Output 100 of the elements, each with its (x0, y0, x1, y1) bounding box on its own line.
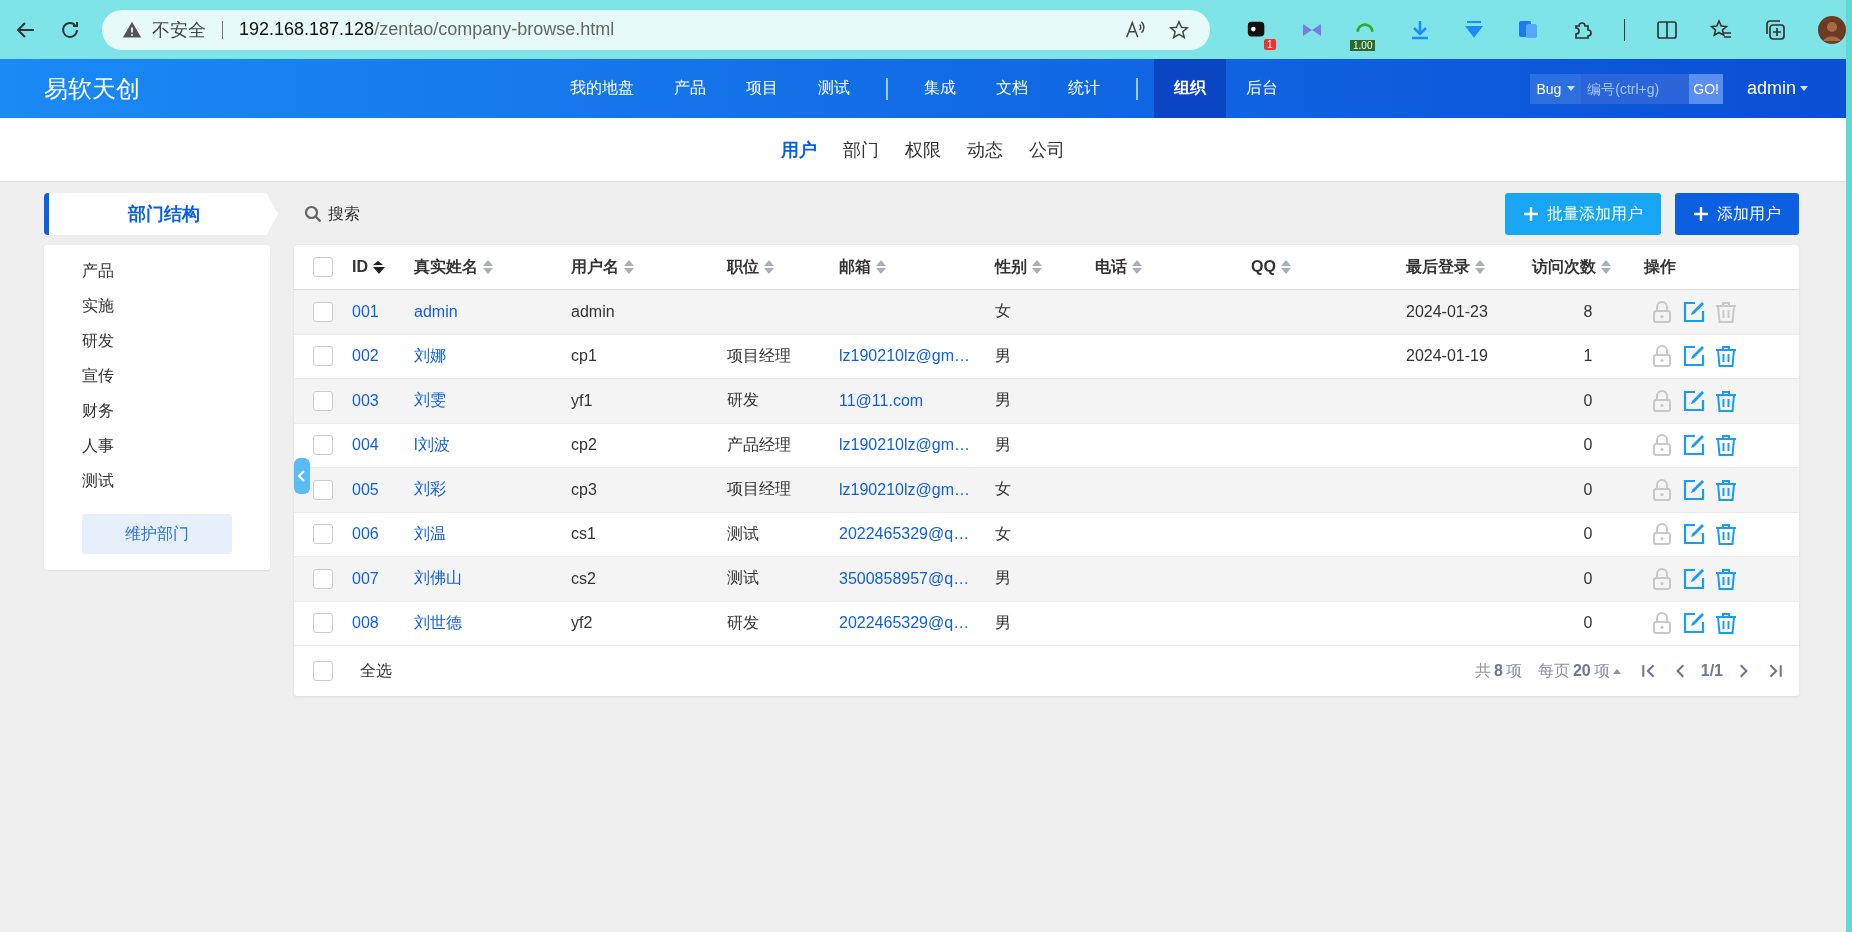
delete-icon[interactable] (1714, 477, 1738, 502)
id-cell[interactable]: 004 (352, 436, 379, 455)
name-link[interactable]: l刘波 (414, 434, 450, 456)
edit-icon[interactable] (1682, 344, 1706, 369)
id-cell[interactable]: 008 (352, 614, 379, 633)
checkbox[interactable] (313, 435, 333, 456)
nav-item[interactable]: 组织 (1154, 59, 1226, 118)
edit-icon[interactable] (1682, 566, 1706, 591)
column-header[interactable]: 职位 (727, 256, 759, 278)
lock-icon[interactable] (1650, 388, 1674, 413)
email-link[interactable]: 2022465329@q… (839, 525, 970, 544)
edit-icon[interactable] (1682, 299, 1706, 324)
lock-icon[interactable] (1650, 611, 1674, 636)
address-bar[interactable]: 不安全 192.168.187.128/zentao/company-browse.html (102, 9, 1210, 50)
nav-item[interactable]: 测试 (798, 59, 870, 118)
avatar-icon[interactable] (1817, 14, 1846, 45)
nav-item[interactable]: 统计 (1048, 59, 1120, 118)
sort-icon[interactable] (373, 260, 385, 274)
nav-item[interactable]: 集成 (904, 59, 976, 118)
sub-nav-tab[interactable]: 动态 (967, 137, 1003, 162)
sub-nav-tab[interactable]: 权限 (905, 137, 941, 162)
department-item[interactable]: 人事 (82, 436, 114, 457)
lock-icon[interactable] (1650, 433, 1674, 458)
delete-icon[interactable] (1714, 388, 1738, 413)
nav-item[interactable]: 产品 (654, 59, 726, 118)
checkbox[interactable] (313, 524, 333, 545)
department-item[interactable]: 产品 (82, 261, 114, 282)
checkbox[interactable] (313, 257, 333, 277)
name-link[interactable]: 刘雯 (414, 390, 446, 412)
id-cell[interactable]: 001 (352, 302, 379, 321)
delete-icon[interactable] (1714, 611, 1738, 636)
sub-nav-tab[interactable]: 用户 (781, 137, 817, 162)
select-all-label[interactable]: 全选 (360, 660, 392, 682)
delete-icon[interactable] (1714, 566, 1738, 591)
edit-icon[interactable] (1682, 522, 1706, 547)
email-link[interactable]: 11@11.com (839, 391, 924, 410)
checkbox[interactable] (313, 390, 333, 411)
lock-icon[interactable] (1650, 566, 1674, 591)
nav-item[interactable]: 我的地盘 (550, 59, 654, 118)
column-header[interactable]: 电话 (1095, 256, 1127, 278)
id-cell[interactable]: 005 (352, 480, 379, 499)
checkbox[interactable] (313, 568, 333, 589)
sub-nav-tab[interactable]: 公司 (1029, 137, 1065, 162)
delete-icon[interactable] (1714, 344, 1738, 369)
name-link[interactable]: admin (414, 302, 458, 321)
checkbox[interactable] (313, 613, 333, 634)
column-header[interactable]: 真实姓名 (414, 256, 478, 278)
last-page-icon[interactable] (1767, 663, 1783, 679)
name-link[interactable]: 刘娜 (414, 345, 446, 367)
column-header[interactable]: 最后登录 (1406, 256, 1470, 278)
email-link[interactable]: 3500858957@q… (839, 569, 970, 588)
department-item[interactable]: 实施 (82, 296, 114, 317)
column-header[interactable]: 性别 (995, 256, 1027, 278)
type-dropdown[interactable]: Bug (1530, 73, 1582, 104)
id-cell[interactable]: 003 (352, 391, 379, 410)
add-user-button[interactable]: 添加用户 (1675, 193, 1799, 235)
collapse-handle[interactable] (294, 458, 310, 494)
name-link[interactable]: 刘佛山 (414, 568, 462, 590)
email-link[interactable]: lz190210lz@gm… (839, 347, 970, 366)
edit-icon[interactable] (1682, 388, 1706, 413)
name-link[interactable]: 刘世德 (414, 612, 462, 634)
checkbox[interactable] (313, 346, 333, 367)
lock-icon[interactable] (1650, 344, 1674, 369)
user-menu[interactable]: admin (1746, 78, 1808, 99)
nav-item[interactable]: 后台 (1226, 59, 1298, 118)
nav-item[interactable]: 文档 (976, 59, 1048, 118)
edit-icon[interactable] (1682, 433, 1706, 458)
lock-icon[interactable] (1650, 477, 1674, 502)
department-item[interactable]: 研发 (82, 331, 114, 352)
department-item[interactable]: 宣传 (82, 366, 114, 387)
department-item[interactable]: 财务 (82, 401, 114, 422)
email-link[interactable]: lz190210lz@gm… (839, 436, 970, 455)
column-header[interactable]: 用户名 (571, 256, 619, 278)
column-header[interactable]: ID (352, 258, 368, 276)
edit-icon[interactable] (1682, 477, 1706, 502)
lock-icon[interactable] (1650, 299, 1674, 324)
column-header[interactable]: QQ (1251, 258, 1276, 276)
id-cell[interactable]: 002 (352, 347, 379, 366)
manage-departments-button[interactable]: 维护部门 (82, 514, 232, 554)
search-button[interactable]: 搜索 (304, 203, 360, 225)
first-page-icon[interactable] (1640, 663, 1657, 679)
select-all-checkbox[interactable] (313, 661, 333, 681)
email-link[interactable]: lz190210lz@gm… (839, 480, 970, 499)
go-button[interactable]: GO! (1689, 73, 1723, 104)
page-size-dropdown[interactable]: 每页 20 项 (1537, 660, 1621, 682)
column-header[interactable]: 访问次数 (1532, 256, 1596, 278)
lock-icon[interactable] (1650, 522, 1674, 547)
delete-icon[interactable] (1714, 522, 1738, 547)
id-search-field[interactable]: 编号(ctrl+g) (1581, 73, 1690, 104)
delete-icon[interactable] (1714, 433, 1738, 458)
name-link[interactable]: 刘温 (414, 523, 446, 545)
id-cell[interactable]: 006 (352, 525, 379, 544)
checkbox[interactable] (313, 301, 333, 322)
column-header[interactable]: 邮箱 (839, 256, 871, 278)
email-link[interactable]: 2022465329@q… (839, 614, 970, 633)
id-cell[interactable]: 007 (352, 569, 379, 588)
nav-item[interactable]: 项目 (726, 59, 798, 118)
checkbox[interactable] (313, 479, 333, 500)
name-link[interactable]: 刘彩 (414, 479, 446, 501)
sub-nav-tab[interactable]: 部门 (843, 137, 879, 162)
